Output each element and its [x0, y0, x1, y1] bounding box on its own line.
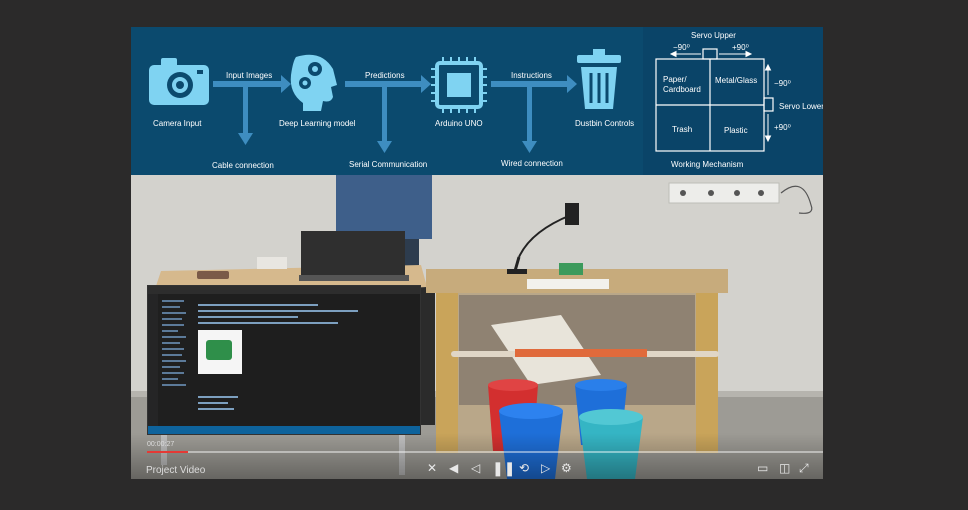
cell-paper-cardboard: Paper/ Cardboard: [663, 75, 701, 94]
fullscreen-icon[interactable]: ⤢: [799, 461, 809, 476]
progress-bar[interactable]: [147, 451, 823, 453]
loop-icon[interactable]: ⟲: [519, 461, 529, 475]
flow-arrows: [213, 75, 577, 153]
upper-right-angle: +90⁰: [732, 43, 749, 52]
edge-sub-wired: Wired connection: [501, 159, 563, 168]
node-label-arduino: Arduino UNO: [435, 119, 483, 128]
video-frame[interactable]: 00:00:27 Project Video ✕ ◀ ◁ ❚❚ ⟲ ▷ ⚙ ▭ …: [131, 175, 823, 479]
previous-icon[interactable]: ◀: [449, 461, 458, 475]
player-controls: 00:00:27 Project Video ✕ ◀ ◁ ❚❚ ⟲ ▷ ⚙ ▭ …: [131, 433, 823, 479]
close-icon[interactable]: ✕: [427, 461, 437, 475]
cell-plastic: Plastic: [724, 126, 748, 135]
cell-metal-glass: Metal/Glass: [715, 76, 758, 85]
next-icon[interactable]: ▷: [541, 461, 550, 475]
volume-down-icon[interactable]: ◁: [471, 461, 480, 475]
video-title: Project Video: [146, 465, 206, 476]
node-label-camera: Camera Input: [153, 119, 202, 128]
pip-icon[interactable]: ◫: [779, 461, 790, 475]
mechanism-caption: Working Mechanism: [671, 160, 744, 169]
camera-icon: [149, 58, 209, 105]
chip-icon: [431, 57, 487, 113]
video-player[interactable]: Camera Input Deep Learning model Arduino…: [131, 27, 823, 479]
pause-icon[interactable]: ❚❚: [492, 460, 515, 477]
ide-screenshot: [148, 286, 420, 434]
edge-sub-cable: Cable connection: [212, 161, 274, 170]
captions-icon[interactable]: ▭: [757, 461, 768, 475]
progress-fill: [147, 451, 188, 453]
cell-trash: Trash: [672, 125, 693, 134]
diagram-graphics: [149, 49, 621, 153]
edge-label-input-images: Input Images: [226, 71, 273, 80]
trash-bin-icon: [577, 49, 621, 109]
working-mechanism-panel: Servo Upper −90⁰ +90⁰ Servo Lower −90⁰ +…: [643, 27, 823, 175]
lower-bottom-angle: +90⁰: [774, 123, 791, 132]
edge-label-predictions: Predictions: [365, 71, 405, 80]
servo-lower-label: Servo Lower: [779, 102, 823, 111]
time-display: 00:00:27: [147, 441, 175, 448]
servo-upper-label: Servo Upper: [691, 31, 736, 40]
brain-gears-icon: [290, 54, 337, 111]
lower-top-angle: −90⁰: [774, 79, 791, 88]
edge-label-instructions: Instructions: [511, 71, 552, 80]
node-label-model: Deep Learning model: [279, 119, 356, 128]
upper-left-angle: −90⁰: [673, 43, 690, 52]
node-label-dustbin: Dustbin Controls: [575, 119, 635, 128]
edge-sub-serial: Serial Communication: [349, 160, 428, 169]
screen-recording-overlay: [147, 285, 421, 435]
settings-icon[interactable]: ⚙: [561, 461, 572, 475]
